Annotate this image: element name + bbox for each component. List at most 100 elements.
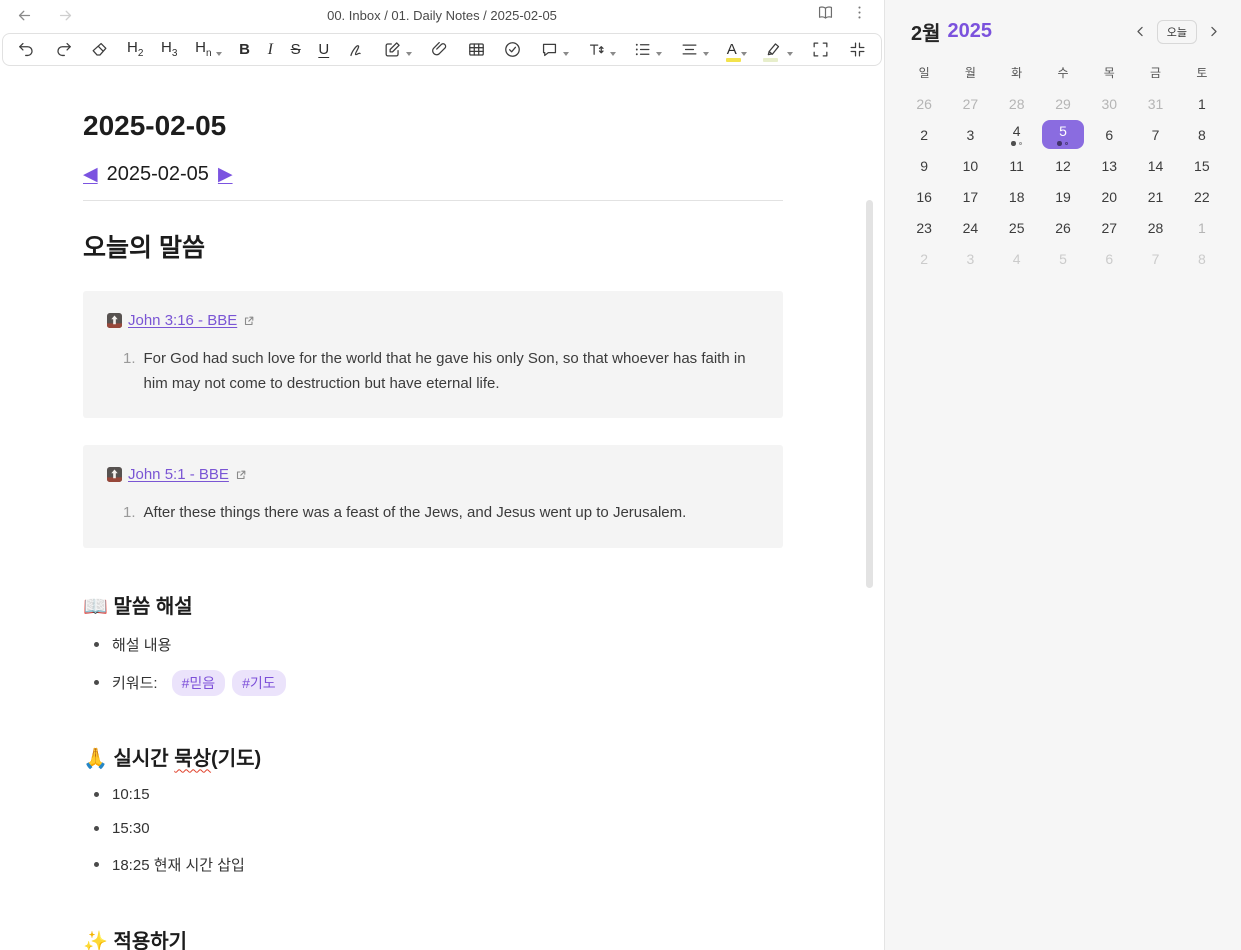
next-day-link[interactable]: ▶ bbox=[218, 163, 233, 186]
calendar-day[interactable]: 5 bbox=[1040, 243, 1086, 274]
calendar-day[interactable]: 6 bbox=[1086, 119, 1132, 150]
calendar-day[interactable]: 28 bbox=[1132, 212, 1178, 243]
bible-favicon-icon bbox=[107, 313, 122, 328]
calendar-day[interactable]: 16 bbox=[901, 181, 947, 212]
calendar-day[interactable]: 23 bbox=[901, 212, 947, 243]
verse-link[interactable]: John 3:16 - BBE bbox=[128, 312, 237, 329]
calendar-day[interactable]: 28 bbox=[994, 88, 1040, 119]
calendar-day[interactable]: 15 bbox=[1179, 150, 1225, 181]
calendar-next-icon[interactable] bbox=[1206, 24, 1221, 39]
calendar-day[interactable]: 20 bbox=[1086, 181, 1132, 212]
calendar-day[interactable]: 27 bbox=[1086, 212, 1132, 243]
calendar-day[interactable]: 13 bbox=[1086, 150, 1132, 181]
verse-link-row[interactable]: John 5:1 - BBE bbox=[107, 466, 759, 483]
hashtag-prayer[interactable]: #기도 bbox=[232, 669, 286, 696]
calendar-day[interactable]: 30 bbox=[1086, 88, 1132, 119]
heading2-button[interactable]: H2 bbox=[126, 36, 144, 64]
heading-menu-button[interactable]: Hn bbox=[194, 36, 222, 64]
comment-button[interactable] bbox=[539, 36, 570, 64]
calendar-day[interactable]: 11 bbox=[994, 150, 1040, 181]
insert-menu-button[interactable] bbox=[382, 36, 413, 64]
weekday-label: 금 bbox=[1150, 66, 1162, 80]
calendar-day[interactable]: 19 bbox=[1040, 181, 1086, 212]
underline-button[interactable]: U bbox=[317, 36, 330, 64]
calendar-day[interactable]: 2 bbox=[901, 119, 947, 150]
calendar-day[interactable]: 8 bbox=[1179, 243, 1225, 274]
text-style-button[interactable] bbox=[586, 36, 617, 64]
calendar-day[interactable]: 9 bbox=[901, 150, 947, 181]
calendar-day[interactable]: 21 bbox=[1132, 181, 1178, 212]
prayer-title-pre: 실시간 bbox=[113, 747, 175, 770]
event-dots bbox=[1057, 141, 1069, 146]
calendar-day[interactable]: 3 bbox=[947, 119, 993, 150]
calendar-prev-icon[interactable] bbox=[1133, 24, 1148, 39]
hashtag-faith[interactable]: #믿음 bbox=[171, 669, 226, 696]
calendar-day[interactable]: 4 bbox=[994, 243, 1040, 274]
commentary-title: 말씀 해설 bbox=[113, 595, 193, 618]
highlight-color-button[interactable] bbox=[763, 36, 794, 64]
verse-text-row: 1. For God had such love for the world t… bbox=[107, 346, 759, 396]
history-forward-icon[interactable] bbox=[57, 7, 74, 24]
attachment-button[interactable] bbox=[429, 36, 450, 64]
spacing-menu-button[interactable] bbox=[679, 36, 710, 64]
history-back-icon[interactable] bbox=[16, 7, 33, 24]
calendar-day[interactable]: 18 bbox=[994, 181, 1040, 212]
calendar-day[interactable]: 12 bbox=[1040, 150, 1086, 181]
today-button[interactable]: 오늘 bbox=[1156, 19, 1197, 44]
calendar-day[interactable]: 27 bbox=[947, 88, 993, 119]
calendar-day[interactable]: 3 bbox=[947, 243, 993, 274]
calendar-day[interactable]: 14 bbox=[1132, 150, 1178, 181]
section-heading-apply: ✨ 적용하기 bbox=[83, 925, 783, 950]
weekday-label: 목 bbox=[1103, 66, 1115, 80]
calendar-day[interactable]: 4 bbox=[994, 119, 1040, 150]
italic-button[interactable]: I bbox=[267, 36, 274, 64]
calendar-day[interactable]: 2 bbox=[901, 243, 947, 274]
table-button[interactable] bbox=[466, 36, 487, 64]
calendar-day[interactable]: 22 bbox=[1179, 181, 1225, 212]
bullet-text: 10:15 bbox=[112, 785, 150, 803]
list-menu-button[interactable] bbox=[632, 36, 663, 64]
prev-day-link[interactable]: ◀ bbox=[83, 163, 98, 186]
bullet-text: 15:30 bbox=[112, 819, 150, 837]
calendar-day[interactable]: 31 bbox=[1132, 88, 1178, 119]
calendar-day[interactable]: 29 bbox=[1040, 88, 1086, 119]
calendar-day[interactable]: 26 bbox=[901, 88, 947, 119]
scrollbar-thumb[interactable] bbox=[866, 200, 873, 588]
calendar-day[interactable]: 6 bbox=[1086, 243, 1132, 274]
verse-link[interactable]: John 5:1 - BBE bbox=[128, 466, 229, 483]
shrink-button[interactable] bbox=[847, 36, 868, 64]
editor-pane: 00. Inbox / 01. Daily Notes / 2025-02-05… bbox=[0, 0, 884, 950]
more-menu-icon[interactable] bbox=[851, 4, 868, 26]
calendar-day[interactable]: 1 bbox=[1179, 88, 1225, 119]
pen-icon[interactable] bbox=[346, 36, 367, 64]
redo-icon[interactable] bbox=[53, 36, 74, 64]
reader-view-icon[interactable] bbox=[816, 3, 835, 27]
verse-card: John 5:1 - BBE 1. After these things the… bbox=[83, 445, 783, 548]
calendar-day[interactable]: 26 bbox=[1040, 212, 1086, 243]
calendar-day[interactable]: 8 bbox=[1179, 119, 1225, 150]
calendar-day[interactable]: 7 bbox=[1132, 243, 1178, 274]
calendar-day[interactable]: 25 bbox=[994, 212, 1040, 243]
bold-button[interactable]: B bbox=[238, 36, 251, 64]
breadcrumb[interactable]: 00. Inbox / 01. Daily Notes / 2025-02-05 bbox=[327, 8, 557, 23]
calendar-day[interactable]: 24 bbox=[947, 212, 993, 243]
heading3-button[interactable]: H3 bbox=[160, 36, 178, 64]
bullet-item: 10:15 bbox=[83, 786, 783, 803]
calendar-day[interactable]: 17 bbox=[947, 181, 993, 212]
font-color-button[interactable]: A bbox=[725, 36, 748, 64]
bullet-dot bbox=[94, 680, 99, 686]
section-heading-prayer: 🙏 실시간 묵상(기도) bbox=[83, 742, 783, 771]
expand-button[interactable] bbox=[810, 36, 831, 64]
weekday-label: 토 bbox=[1196, 66, 1208, 80]
calendar-day[interactable]: 1 bbox=[1179, 212, 1225, 243]
verse-link-row[interactable]: John 3:16 - BBE bbox=[107, 312, 759, 329]
strikethrough-button[interactable]: S bbox=[290, 36, 302, 64]
verse-text-row: 1. After these things there was a feast … bbox=[107, 500, 759, 525]
calendar-day[interactable]: 10 bbox=[947, 150, 993, 181]
clear-format-icon[interactable] bbox=[89, 36, 110, 64]
note-title[interactable]: 2025-02-05 bbox=[83, 110, 783, 142]
todo-button[interactable] bbox=[502, 36, 523, 64]
calendar-day-selected[interactable]: 5 bbox=[1041, 120, 1085, 149]
undo-icon[interactable] bbox=[16, 36, 37, 64]
calendar-day[interactable]: 7 bbox=[1132, 119, 1178, 150]
